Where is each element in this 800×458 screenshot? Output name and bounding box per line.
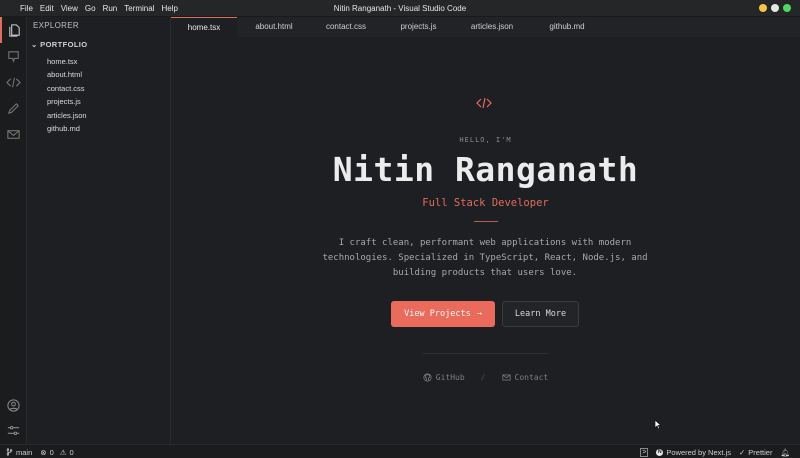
mail-icon xyxy=(501,374,511,381)
nextjs-logo-icon: N xyxy=(656,448,664,456)
branch-indicator[interactable]: main xyxy=(6,448,32,457)
error-icon: ⊗ xyxy=(40,447,47,457)
contact-link[interactable]: Contact xyxy=(501,373,549,382)
github-link-label: GitHub xyxy=(435,373,465,382)
bell-icon[interactable]: 🔔︎ xyxy=(780,448,790,457)
activity-bar xyxy=(0,17,27,444)
explorer-sidebar: EXPLORER ⌄ PORTFOLIO home.tsx about.html… xyxy=(27,17,171,444)
hero-role: Full Stack Developer xyxy=(422,197,549,209)
file-item[interactable]: articles.json xyxy=(47,109,87,122)
powered-by-nextjs[interactable]: N Powered by Next.js xyxy=(656,448,731,457)
warning-icon: ⚠ xyxy=(59,447,67,457)
view-projects-button[interactable]: View Projects → xyxy=(391,301,495,327)
account-icon[interactable] xyxy=(0,392,27,418)
github-icon[interactable] xyxy=(0,43,27,69)
explorer-title: EXPLORER xyxy=(33,21,79,30)
window-controls xyxy=(759,4,791,12)
status-left: main ⊗ 0 ⚠ 0 xyxy=(6,445,74,458)
file-item[interactable]: contact.css xyxy=(47,82,87,95)
prettier-label: Prettier xyxy=(748,447,773,457)
hero-description: I craft clean, performant web applicatio… xyxy=(322,238,648,278)
branch-name: main xyxy=(16,447,33,457)
minimize-button[interactable] xyxy=(759,4,767,12)
code-brackets-icon xyxy=(476,97,492,109)
window-title: Nitin Ranganath - Visual Studio Code xyxy=(333,4,467,13)
greeting: HELLO, I'M xyxy=(459,136,512,144)
powered-label: Powered by Next.js xyxy=(666,447,731,457)
tab-articles[interactable]: articles.json xyxy=(456,17,528,37)
github-icon xyxy=(423,373,432,382)
file-list: home.tsx about.html contact.css projects… xyxy=(47,55,87,135)
tab-bar: home.tsx about.html contact.css projects… xyxy=(171,17,800,37)
status-right: > N Powered by Next.js ✓ Prettier 🔔︎ xyxy=(640,445,790,458)
error-count: 0 xyxy=(49,447,54,457)
mouse-cursor-icon xyxy=(654,419,662,430)
accent-divider xyxy=(474,221,498,222)
files-icon[interactable] xyxy=(0,17,27,43)
folder-label: PORTFOLIO xyxy=(40,40,88,49)
section-divider xyxy=(422,353,548,354)
warning-count: 0 xyxy=(69,447,74,457)
status-bar: main ⊗ 0 ⚠ 0 > N Powered by Next.js ✓ Pr… xyxy=(0,444,800,458)
editor-area: HELLO, I'M Nitin Ranganath Full Stack De… xyxy=(171,37,800,444)
contact-link-label: Contact xyxy=(514,373,549,382)
arrow-right-icon: → xyxy=(476,309,482,319)
tab-projects[interactable]: projects.js xyxy=(381,17,456,37)
check-icon: ✓ xyxy=(738,447,746,457)
settings-sliders-icon[interactable] xyxy=(0,417,27,443)
github-link[interactable]: GitHub xyxy=(423,373,465,382)
file-item[interactable]: home.tsx xyxy=(47,55,87,68)
tab-about[interactable]: about.html xyxy=(237,17,311,37)
chevron-down-icon: ⌄ xyxy=(31,40,38,49)
mail-icon[interactable] xyxy=(0,121,27,147)
prettier-indicator[interactable]: ✓ Prettier xyxy=(739,448,772,457)
tab-github[interactable]: github.md xyxy=(528,17,606,37)
title-bar: File Edit View Go Run Terminal Help Niti… xyxy=(0,0,800,17)
social-links: GitHub / Contact xyxy=(171,373,800,382)
zoom-button[interactable] xyxy=(783,4,791,12)
file-item[interactable]: github.md xyxy=(47,122,87,135)
problems-indicator[interactable]: ⊗ 0 ⚠ 0 xyxy=(40,448,73,457)
pencil-icon[interactable] xyxy=(0,95,27,121)
hero-name: Nitin Ranganath xyxy=(332,150,639,189)
git-branch-icon xyxy=(6,448,13,456)
view-projects-label: View Projects xyxy=(404,309,471,319)
learn-more-button[interactable]: Learn More xyxy=(502,301,579,327)
tab-home[interactable]: home.tsx xyxy=(171,17,237,37)
code-icon[interactable] xyxy=(0,69,27,95)
tab-contact[interactable]: contact.css xyxy=(311,17,381,37)
terminal-icon[interactable]: > xyxy=(640,447,649,457)
learn-more-label: Learn More xyxy=(514,309,567,319)
file-item[interactable]: projects.js xyxy=(47,95,87,108)
link-separator: / xyxy=(480,373,486,382)
file-item[interactable]: about.html xyxy=(47,68,87,81)
maximize-button[interactable] xyxy=(771,4,779,12)
folder-portfolio[interactable]: ⌄ PORTFOLIO xyxy=(31,40,88,49)
